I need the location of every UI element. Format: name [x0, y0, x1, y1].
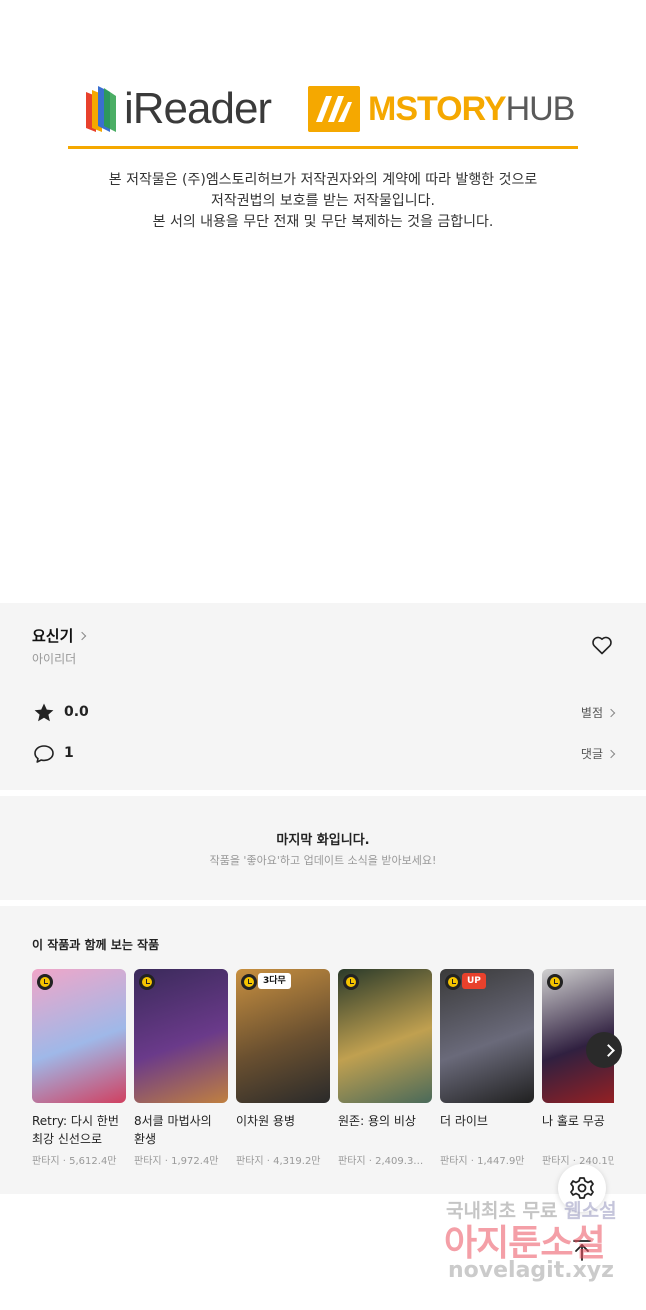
- ireader-logo: iReader: [80, 82, 272, 136]
- ireader-book-icon: [86, 86, 116, 132]
- recommendation-card[interactable]: 8서클 마법사의 환생판타지 · 1,972.4만: [134, 969, 228, 1167]
- work-author: 아이리더: [32, 652, 77, 666]
- card-meta: 판타지 · 5,612.4만: [32, 1156, 117, 1167]
- card-title: 나 홀로 무공: [542, 1114, 605, 1128]
- chevron-right-icon: [606, 749, 616, 758]
- ireader-wordmark: iReader: [124, 84, 272, 133]
- last-episode-title: 마지막 화입니다.: [276, 833, 370, 848]
- recommendations-carousel[interactable]: Retry: 다시 한번 최강 신선으로 판타지 · 5,612.4만 8서클 마법…: [32, 969, 614, 1179]
- wait-free-clock-icon: [445, 974, 461, 990]
- carousel-next-button[interactable]: [586, 1032, 622, 1068]
- arrow-up-icon: [573, 1240, 591, 1261]
- chevron-right-icon: [602, 1044, 615, 1057]
- cover-badge: UP: [462, 973, 486, 989]
- mstoryhub-wordmark: MSTORYHUB: [368, 89, 575, 128]
- card-title: 이차원 용병: [236, 1114, 296, 1128]
- wait-free-clock-icon: [37, 974, 53, 990]
- copyright-notice: 본 저작물은 (주)엠스토리허브가 저작권자와의 계약에 따라 발행한 것으로 …: [0, 170, 646, 233]
- card-title: Retry: 다시 한번 최강 신선으로: [32, 1114, 119, 1146]
- comment-icon: [34, 745, 54, 763]
- recommendation-card[interactable]: Retry: 다시 한번 최강 신선으로판타지 · 5,612.4만: [32, 969, 126, 1167]
- copyright-banner: iReader MSTORYHUB 본 저작물은 (주)엠스토리허브가 저작권자…: [0, 0, 646, 603]
- card-meta: 판타지 · 1,972.4만: [134, 1156, 219, 1167]
- card-meta: 판타지 · 2,409.3…: [338, 1156, 424, 1167]
- heart-icon[interactable]: [590, 633, 614, 657]
- work-title-link[interactable]: 요신기: [32, 625, 87, 646]
- gear-icon: [570, 1177, 594, 1199]
- recommendation-card[interactable]: 3다무이차원 용병판타지 · 4,319.2만: [236, 969, 330, 1167]
- site-watermark: 국내최초 무료 웹소설 아지툰소설 novelagit.xyz: [444, 1196, 644, 1308]
- cover-badge: 3다무: [258, 973, 291, 989]
- comment-link[interactable]: 댓글: [580, 745, 616, 762]
- comment-count: 1: [64, 745, 74, 761]
- cover-thumbnail[interactable]: [338, 969, 432, 1103]
- wait-free-clock-icon: [139, 974, 155, 990]
- notice-line-2: 저작권법의 보호를 받는 저작물입니다.: [211, 193, 435, 209]
- recommendation-card[interactable]: UP 더 라이브판타지 · 1,447.9만: [440, 969, 534, 1167]
- cover-thumbnail[interactable]: 3다무: [236, 969, 330, 1103]
- notice-line-1: 본 저작물은 (주)엠스토리허브가 저작권자와의 계약에 따라 발행한 것으로: [108, 172, 538, 188]
- cover-thumbnail[interactable]: UP: [440, 969, 534, 1103]
- last-episode-subtitle: 작품을 '좋아요'하고 업데이트 소식을 받아보세요!: [209, 854, 437, 867]
- notice-line-3: 본 서의 내용을 무단 전재 및 무단 복제하는 것을 금합니다.: [152, 214, 494, 230]
- star-icon: [34, 703, 54, 722]
- rating-link[interactable]: 별점: [580, 704, 616, 721]
- comment-link-label: 댓글: [580, 747, 603, 761]
- cover-thumbnail[interactable]: [134, 969, 228, 1103]
- settings-button[interactable]: [558, 1164, 606, 1212]
- scroll-top-button[interactable]: [558, 1226, 606, 1274]
- comment-row: 1 댓글: [32, 742, 616, 766]
- chevron-right-icon: [606, 708, 616, 717]
- chevron-right-icon: [78, 631, 87, 640]
- wait-free-clock-icon: [547, 974, 563, 990]
- publisher-logos: iReader MSTORYHUB: [68, 78, 578, 138]
- rating-link-label: 별점: [580, 706, 603, 720]
- recommendation-card[interactable]: 나 홀로 무공 판타지 · 240.1만: [542, 969, 614, 1167]
- wait-free-clock-icon: [343, 974, 359, 990]
- rating-value: 0.0: [64, 704, 89, 720]
- recommendation-card[interactable]: 원존: 용의 비상판타지 · 2,409.3…: [338, 969, 432, 1167]
- work-info-panel: 요신기 아이리더 0.0 별점 1 댓글: [0, 603, 646, 790]
- card-title: 더 라이브: [440, 1114, 488, 1128]
- banner-divider: [68, 146, 578, 149]
- card-title: 원존: 용의 비상: [338, 1114, 416, 1128]
- work-title: 요신기: [32, 627, 74, 645]
- recommendations-heading: 이 작품과 함께 보는 작품: [32, 938, 160, 952]
- card-meta: 판타지 · 4,319.2만: [236, 1156, 321, 1167]
- mstoryhub-logo: MSTORYHUB: [308, 84, 575, 134]
- wait-free-clock-icon: [241, 974, 257, 990]
- last-episode-notice: 마지막 화입니다. 작품을 '좋아요'하고 업데이트 소식을 받아보세요!: [0, 796, 646, 900]
- mstoryhub-emblem-icon: [308, 86, 360, 132]
- cover-thumbnail[interactable]: [32, 969, 126, 1103]
- card-title: 8서클 마법사의 환생: [134, 1114, 212, 1146]
- recommendations-section: 이 작품과 함께 보는 작품 Retry: 다시 한번 최강 신선으로판타지 ·…: [0, 906, 646, 1194]
- rating-row: 0.0 별점: [32, 701, 616, 725]
- card-meta: 판타지 · 1,447.9만: [440, 1156, 525, 1167]
